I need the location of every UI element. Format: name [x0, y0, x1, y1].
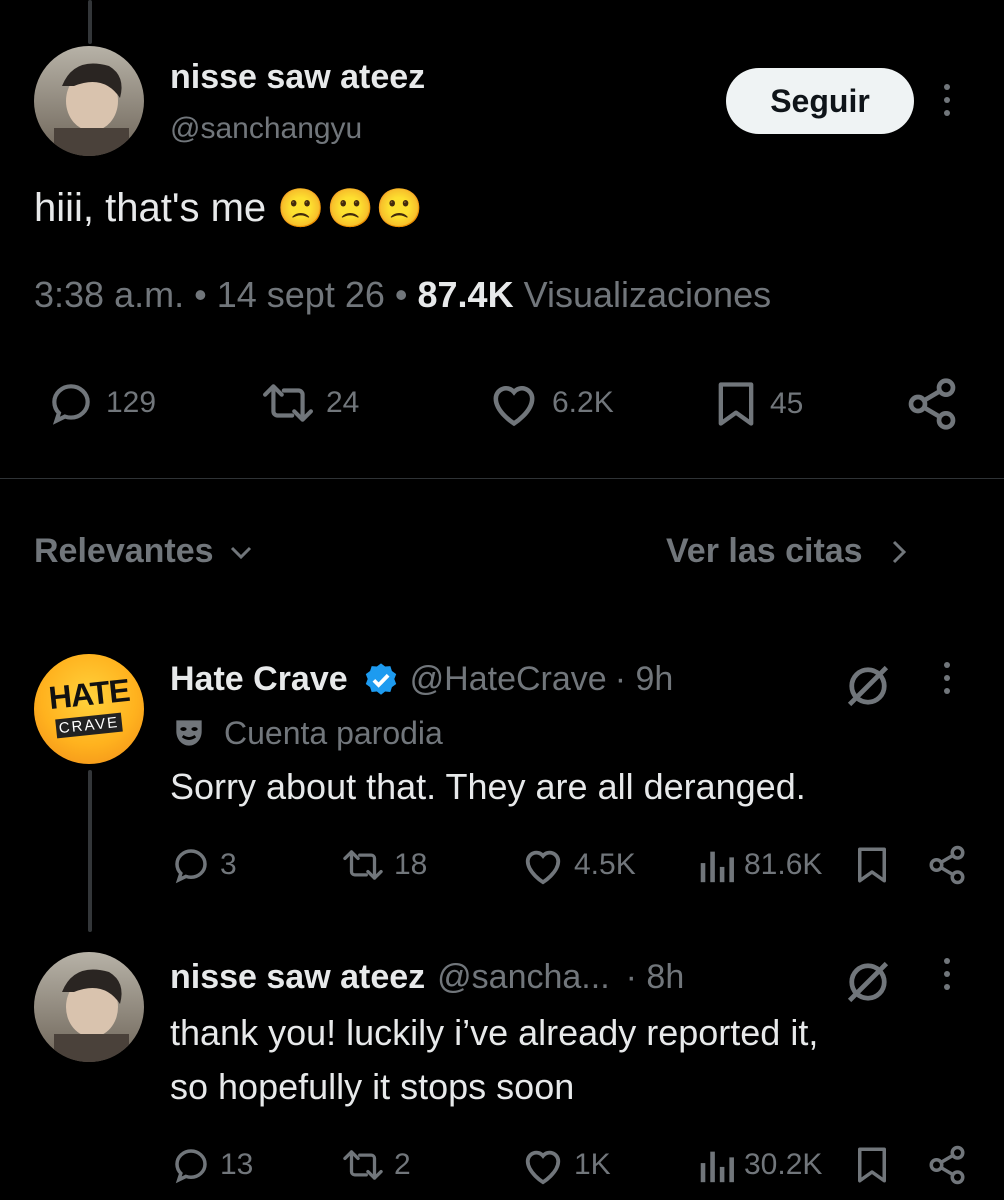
bookmark-icon [854, 1144, 890, 1186]
reply-count: 3 [220, 848, 237, 881]
analytics-icon [696, 844, 736, 886]
bookmark-button[interactable]: 45 [710, 378, 803, 430]
views-label: Visualizaciones [523, 274, 772, 315]
repost-count: 18 [394, 848, 428, 881]
repost-icon [340, 844, 386, 886]
frowning-emoji: 🙁🙁🙁 [277, 188, 426, 230]
share-button[interactable] [926, 1144, 968, 1186]
follow-button[interactable]: Seguir [726, 68, 914, 134]
analytics-icon [696, 1144, 736, 1186]
avatar[interactable]: HATE CRAVE [34, 654, 144, 764]
grok-icon[interactable] [842, 660, 894, 712]
chevron-down-icon [228, 542, 254, 562]
reply-text-line-2: so hopefully it stops soon [170, 1066, 575, 1107]
parody-text: Cuenta parodia [224, 714, 443, 751]
bookmark-icon [854, 844, 890, 886]
views-count: 87.4K [417, 274, 514, 315]
post-time[interactable]: · 9h [615, 660, 674, 699]
repost-button[interactable]: 24 [258, 378, 359, 428]
repost-button[interactable]: 2 [340, 1144, 411, 1186]
repost-count: 24 [326, 386, 360, 419]
sort-dropdown[interactable]: Relevantes [34, 532, 254, 571]
repost-icon [258, 378, 318, 428]
bookmark-icon [710, 378, 762, 430]
views-button[interactable]: 30.2K [696, 1144, 822, 1186]
author-handle[interactable]: @sancha... [437, 958, 610, 997]
theater-mask-icon [170, 714, 208, 752]
verified-badge-icon [362, 661, 400, 699]
parody-label: Cuenta parodia [170, 714, 443, 752]
thread-connector-top [88, 0, 92, 44]
views-count: 81.6K [744, 848, 823, 881]
reply-button[interactable]: 129 [44, 378, 156, 428]
post-text: hiii, that's me 🙁🙁🙁 [34, 186, 425, 231]
views-button[interactable]: 81.6K [696, 844, 822, 886]
share-icon [926, 1144, 968, 1186]
more-options-icon[interactable] [944, 662, 950, 694]
post-time[interactable]: · 8h [626, 958, 685, 997]
sort-label: Relevantes [34, 532, 214, 570]
like-count: 1K [574, 1148, 611, 1181]
heart-icon [520, 844, 566, 886]
grok-icon[interactable] [842, 956, 894, 1008]
share-icon [926, 844, 968, 886]
like-count: 4.5K [574, 848, 636, 881]
repost-icon [340, 1144, 386, 1186]
like-button[interactable]: 4.5K [520, 844, 636, 886]
bookmark-button[interactable] [854, 844, 890, 886]
view-quotes-link[interactable]: Ver las citas [666, 532, 909, 571]
post-date[interactable]: 14 sept 26 [217, 274, 385, 315]
reply-icon [170, 1144, 212, 1186]
repost-count: 2 [394, 1148, 411, 1181]
bookmark-count: 45 [770, 387, 804, 420]
post-meta: 3:38 a.m. • 14 sept 26 • 87.4K Visualiza… [34, 274, 771, 316]
author-handle[interactable]: @HateCrave [410, 660, 607, 699]
share-icon [904, 376, 960, 432]
views-count: 30.2K [744, 1148, 823, 1181]
divider [0, 478, 1004, 479]
meta-separator: • [394, 274, 408, 315]
heart-icon [484, 378, 544, 428]
reply-icon [44, 378, 98, 428]
avatar[interactable] [34, 952, 144, 1062]
repost-button[interactable]: 18 [340, 844, 427, 886]
post-time[interactable]: 3:38 a.m. [34, 274, 184, 315]
reply-text-line-1: thank you! luckily i’ve already reported… [170, 1012, 819, 1053]
chevron-right-icon [889, 538, 909, 566]
more-options-icon[interactable] [944, 84, 950, 116]
reply-count: 129 [106, 386, 157, 419]
like-count: 6.2K [552, 386, 614, 419]
author-name[interactable]: nisse saw ateez [170, 958, 425, 997]
reply-header: nisse saw ateez @sancha... · 8h [170, 958, 684, 997]
author-name[interactable]: Hate Crave [170, 660, 348, 699]
meta-separator: • [194, 274, 207, 315]
heart-icon [520, 1144, 566, 1186]
avatar-logo-bottom: CRAVE [55, 712, 123, 739]
share-button[interactable] [904, 376, 960, 432]
bookmark-button[interactable] [854, 1144, 890, 1186]
author-name[interactable]: nisse saw ateez [170, 58, 425, 97]
avatar[interactable] [34, 46, 144, 156]
reply-button[interactable]: 13 [170, 1144, 253, 1186]
like-button[interactable]: 6.2K [484, 378, 614, 428]
view-quotes-label: Ver las citas [666, 532, 863, 570]
reply-header: Hate Crave @HateCrave · 9h [170, 660, 673, 699]
author-handle[interactable]: @sanchangyu [170, 112, 362, 146]
more-options-icon[interactable] [944, 958, 950, 990]
reply-count: 13 [220, 1148, 254, 1181]
post-text-body: hiii, that's me [34, 186, 267, 230]
like-button[interactable]: 1K [520, 1144, 611, 1186]
thread-connector [88, 770, 92, 932]
reply-icon [170, 844, 212, 886]
avatar-logo-top: HATE [46, 671, 131, 717]
reply-button[interactable]: 3 [170, 844, 237, 886]
reply-text: Sorry about that. They are all deranged. [170, 766, 806, 807]
share-button[interactable] [926, 844, 968, 886]
